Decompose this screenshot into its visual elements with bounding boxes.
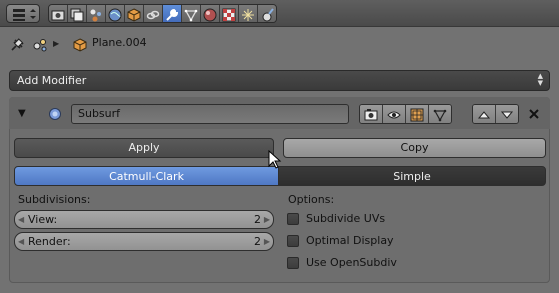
- apply-button[interactable]: Apply: [14, 138, 274, 158]
- use-opensubdiv-label[interactable]: Use OpenSubdiv: [306, 256, 397, 269]
- tab-render-layers[interactable]: [68, 5, 87, 22]
- modifier-name-field[interactable]: Subsurf: [71, 104, 349, 124]
- subdivisions-heading: Subdivisions:: [18, 193, 91, 206]
- render-layers-icon: [70, 8, 84, 21]
- show-on-cage-button[interactable]: [429, 105, 451, 123]
- tab-physics[interactable]: [258, 5, 276, 22]
- view-label: View:: [28, 213, 58, 226]
- subdivide-uvs-label[interactable]: Subdivide UVs: [306, 212, 385, 225]
- options-heading: Options:: [288, 193, 335, 206]
- mesh-icon: [33, 39, 47, 52]
- render-levels-field[interactable]: ◀ Render: 2 ▶: [14, 232, 274, 251]
- modifier-visibility-buttons: [359, 104, 452, 124]
- triangle-up-icon: [477, 111, 491, 119]
- triangle-down-icon: [500, 111, 514, 119]
- increment-arrow-icon[interactable]: ▶: [264, 215, 270, 224]
- modifiers-icon: [166, 8, 179, 21]
- world-icon: [108, 8, 122, 21]
- cursor-icon: [268, 150, 282, 169]
- object-icon: [127, 7, 141, 22]
- copy-button[interactable]: Copy: [283, 138, 546, 158]
- tab-material[interactable]: [201, 5, 220, 22]
- view-levels-field[interactable]: ◀ View: 2 ▶: [14, 210, 274, 229]
- tab-data[interactable]: [182, 5, 201, 22]
- increment-arrow-icon[interactable]: ▶: [264, 237, 270, 246]
- subdivide-uvs-checkbox[interactable]: [287, 213, 299, 225]
- copy-label: Copy: [400, 141, 429, 154]
- particles-icon: [242, 8, 254, 21]
- optimal-display-label[interactable]: Optimal Display: [306, 234, 394, 247]
- cage-icon: [433, 109, 447, 122]
- tab-object[interactable]: [125, 5, 144, 22]
- scene-icon: [90, 9, 101, 21]
- collapse-arrow-icon[interactable]: ▼: [18, 108, 26, 119]
- decrement-arrow-icon[interactable]: ◀: [18, 237, 24, 246]
- camera-icon: [364, 109, 378, 121]
- apply-label: Apply: [128, 141, 160, 154]
- pin-icon[interactable]: [9, 37, 25, 53]
- tab-modifiers[interactable]: [163, 5, 182, 22]
- tab-scene[interactable]: [87, 5, 106, 22]
- editor-type-button[interactable]: [6, 4, 40, 23]
- breadcrumb-object-name: Plane.004: [92, 36, 147, 49]
- subsurf-modifier-icon: [49, 108, 61, 120]
- material-icon: [203, 8, 217, 21]
- show-editmode-button[interactable]: [406, 105, 429, 123]
- show-render-button[interactable]: [360, 105, 383, 123]
- move-up-button[interactable]: [473, 105, 496, 123]
- data-icon: [184, 9, 198, 21]
- close-icon[interactable]: [527, 107, 541, 121]
- tab-world[interactable]: [106, 5, 125, 22]
- editmode-icon: [410, 108, 424, 122]
- move-down-button[interactable]: [496, 105, 518, 123]
- context-tabs: [48, 4, 277, 23]
- cube-icon: [73, 38, 87, 52]
- add-modifier-dropdown[interactable]: Add Modifier ▲ ▼: [9, 70, 550, 91]
- tab-simple[interactable]: Simple: [278, 166, 546, 186]
- render-label: Render:: [28, 235, 71, 248]
- physics-icon: [262, 7, 274, 21]
- tab-particles[interactable]: [239, 5, 258, 22]
- render-icon: [51, 10, 65, 20]
- view-value: 2: [254, 213, 261, 226]
- catmull-clark-label: Catmull-Clark: [109, 170, 184, 183]
- add-modifier-label: Add Modifier: [17, 74, 87, 87]
- render-value: 2: [254, 235, 261, 248]
- tab-texture[interactable]: [220, 5, 239, 22]
- breadcrumb-separator: ▶: [53, 39, 60, 48]
- tab-constraints[interactable]: [144, 5, 163, 22]
- constraints-icon: [146, 10, 160, 19]
- tab-render[interactable]: [49, 5, 68, 22]
- use-opensubdiv-checkbox[interactable]: [287, 257, 299, 269]
- modifier-move-buttons: [472, 104, 519, 124]
- eye-icon: [387, 111, 401, 119]
- optimal-display-checkbox[interactable]: [287, 235, 299, 247]
- tab-catmull-clark[interactable]: Catmull-Clark: [14, 166, 279, 186]
- editor-type-icon: [13, 9, 36, 21]
- show-viewport-button[interactable]: [383, 105, 406, 123]
- texture-icon: [222, 8, 236, 21]
- simple-label: Simple: [393, 170, 431, 183]
- decrement-arrow-icon[interactable]: ◀: [18, 215, 24, 224]
- updown-arrows-icon: ▲ ▼: [537, 72, 543, 87]
